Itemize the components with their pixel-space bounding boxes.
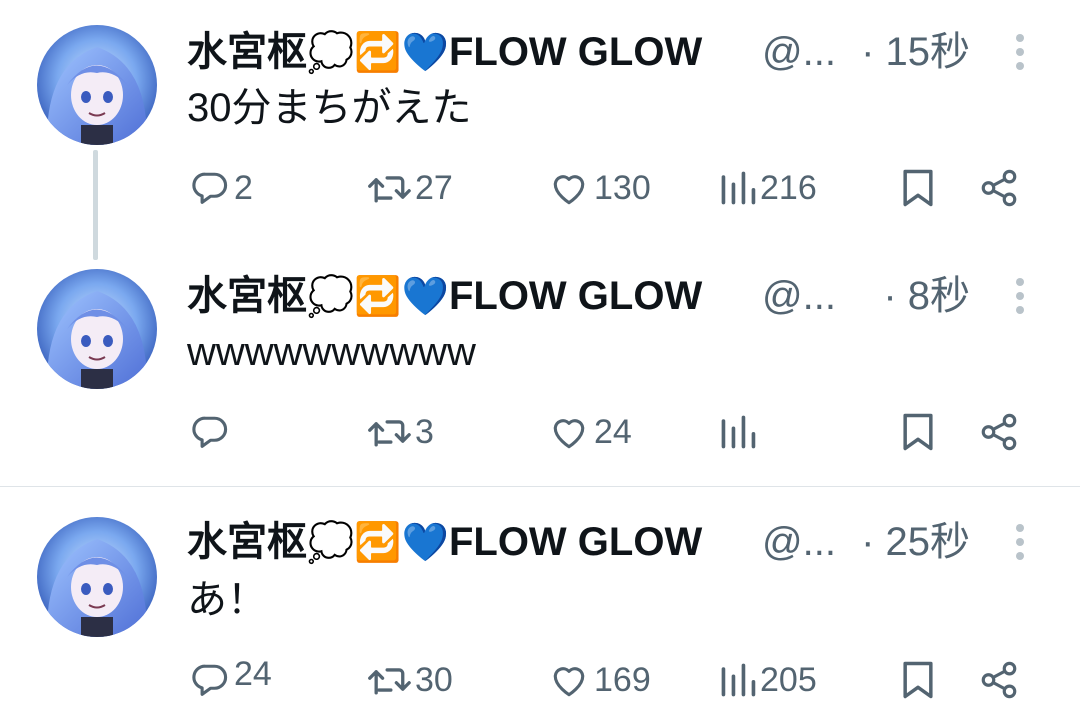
reply-button[interactable]: 24	[188, 650, 272, 710]
tweet-actions: 3 24	[0, 402, 1080, 462]
view-count: 216	[760, 168, 817, 207]
views-icon	[721, 415, 756, 449]
reply-button[interactable]	[188, 402, 234, 462]
more-vertical-icon[interactable]	[1014, 34, 1026, 70]
reply-button[interactable]: 2	[188, 158, 253, 218]
like-count: 24	[594, 412, 632, 451]
views-icon	[721, 663, 756, 697]
tweet-text: 30分まちがえた	[187, 86, 472, 130]
retweet-count: 27	[415, 168, 453, 207]
avatar[interactable]	[37, 25, 157, 145]
views-icon	[721, 171, 756, 205]
retweet-icon	[368, 420, 411, 447]
tweet-actions: 24 30 169 205	[0, 650, 1080, 710]
reply-icon	[192, 664, 228, 696]
share-button[interactable]	[978, 158, 1020, 218]
tweet[interactable]: 水宮枢💭🔁💙FLOW GLOW @... · 25秒 あ！ 24 30 169 …	[0, 512, 1080, 727]
author-handle[interactable]: @...	[762, 512, 836, 572]
retweet-button[interactable]: 27	[365, 158, 453, 218]
tweet-header: 水宮枢💭🔁💙FLOW GLOW @... · 8秒	[187, 266, 1080, 326]
tweet-actions: 2 27 130 216	[0, 158, 1080, 218]
like-button[interactable]: 24	[546, 402, 632, 462]
share-icon	[981, 413, 1017, 451]
name-emojis: 💭🔁💙	[307, 30, 449, 74]
bookmark-button[interactable]	[898, 402, 938, 462]
share-icon	[981, 169, 1017, 207]
author-name[interactable]: 水宮枢💭🔁💙FLOW GLOW	[187, 512, 702, 572]
tweet[interactable]: 水宮枢💭🔁💙FLOW GLOW @... · 8秒 wwwwwwwwww 3 2…	[0, 266, 1080, 476]
like-button[interactable]: 130	[546, 158, 651, 218]
share-button[interactable]	[978, 650, 1020, 710]
tweet-header: 水宮枢💭🔁💙FLOW GLOW @... · 25秒	[187, 512, 1080, 572]
tweet[interactable]: 水宮枢💭🔁💙FLOW GLOW @... · 15秒 30分まちがえた 2 27…	[0, 22, 1080, 260]
like-button[interactable]: 169	[546, 650, 651, 710]
tweet-text: あ！	[187, 578, 267, 622]
author-handle[interactable]: @...	[762, 22, 836, 82]
like-count: 169	[594, 660, 651, 699]
bookmark-icon	[903, 169, 933, 207]
views-button[interactable]: 205	[718, 650, 817, 710]
more-vertical-icon[interactable]	[1014, 524, 1026, 560]
retweet-button[interactable]: 30	[365, 650, 453, 710]
name-emojis: 💭🔁💙	[307, 274, 449, 318]
bookmark-icon	[903, 413, 933, 451]
reply-icon	[192, 172, 228, 204]
views-button[interactable]: 216	[718, 158, 817, 218]
share-button[interactable]	[978, 402, 1020, 462]
author-handle[interactable]: @...	[762, 266, 836, 326]
tweet-header: 水宮枢💭🔁💙FLOW GLOW @... · 15秒	[187, 22, 1080, 82]
tweet-divider	[0, 486, 1080, 487]
retweet-count: 30	[415, 660, 453, 699]
bookmark-button[interactable]	[898, 650, 938, 710]
like-icon	[553, 419, 585, 449]
retweet-icon	[368, 668, 411, 695]
author-name[interactable]: 水宮枢💭🔁💙FLOW GLOW	[187, 22, 702, 82]
tweet-text: wwwwwwwwww	[187, 330, 476, 374]
timestamp[interactable]: · 15秒	[861, 22, 970, 82]
like-count: 130	[594, 168, 651, 207]
more-vertical-icon[interactable]	[1014, 278, 1026, 314]
bookmark-button[interactable]	[898, 158, 938, 218]
avatar[interactable]	[37, 517, 157, 637]
timestamp[interactable]: · 8秒	[883, 266, 970, 326]
reply-count: 24	[234, 654, 272, 693]
like-icon	[553, 667, 585, 697]
author-name[interactable]: 水宮枢💭🔁💙FLOW GLOW	[187, 266, 702, 326]
share-icon	[981, 661, 1017, 699]
reply-count: 2	[234, 168, 253, 207]
retweet-button[interactable]: 3	[365, 402, 434, 462]
retweet-count: 3	[415, 412, 434, 451]
views-button[interactable]	[718, 402, 760, 462]
reply-icon	[192, 416, 228, 448]
name-emojis: 💭🔁💙	[307, 520, 449, 564]
retweet-icon	[368, 176, 411, 203]
timestamp[interactable]: · 25秒	[861, 512, 970, 572]
view-count: 205	[760, 660, 817, 699]
avatar[interactable]	[37, 269, 157, 389]
like-icon	[553, 175, 585, 205]
bookmark-icon	[903, 661, 933, 699]
